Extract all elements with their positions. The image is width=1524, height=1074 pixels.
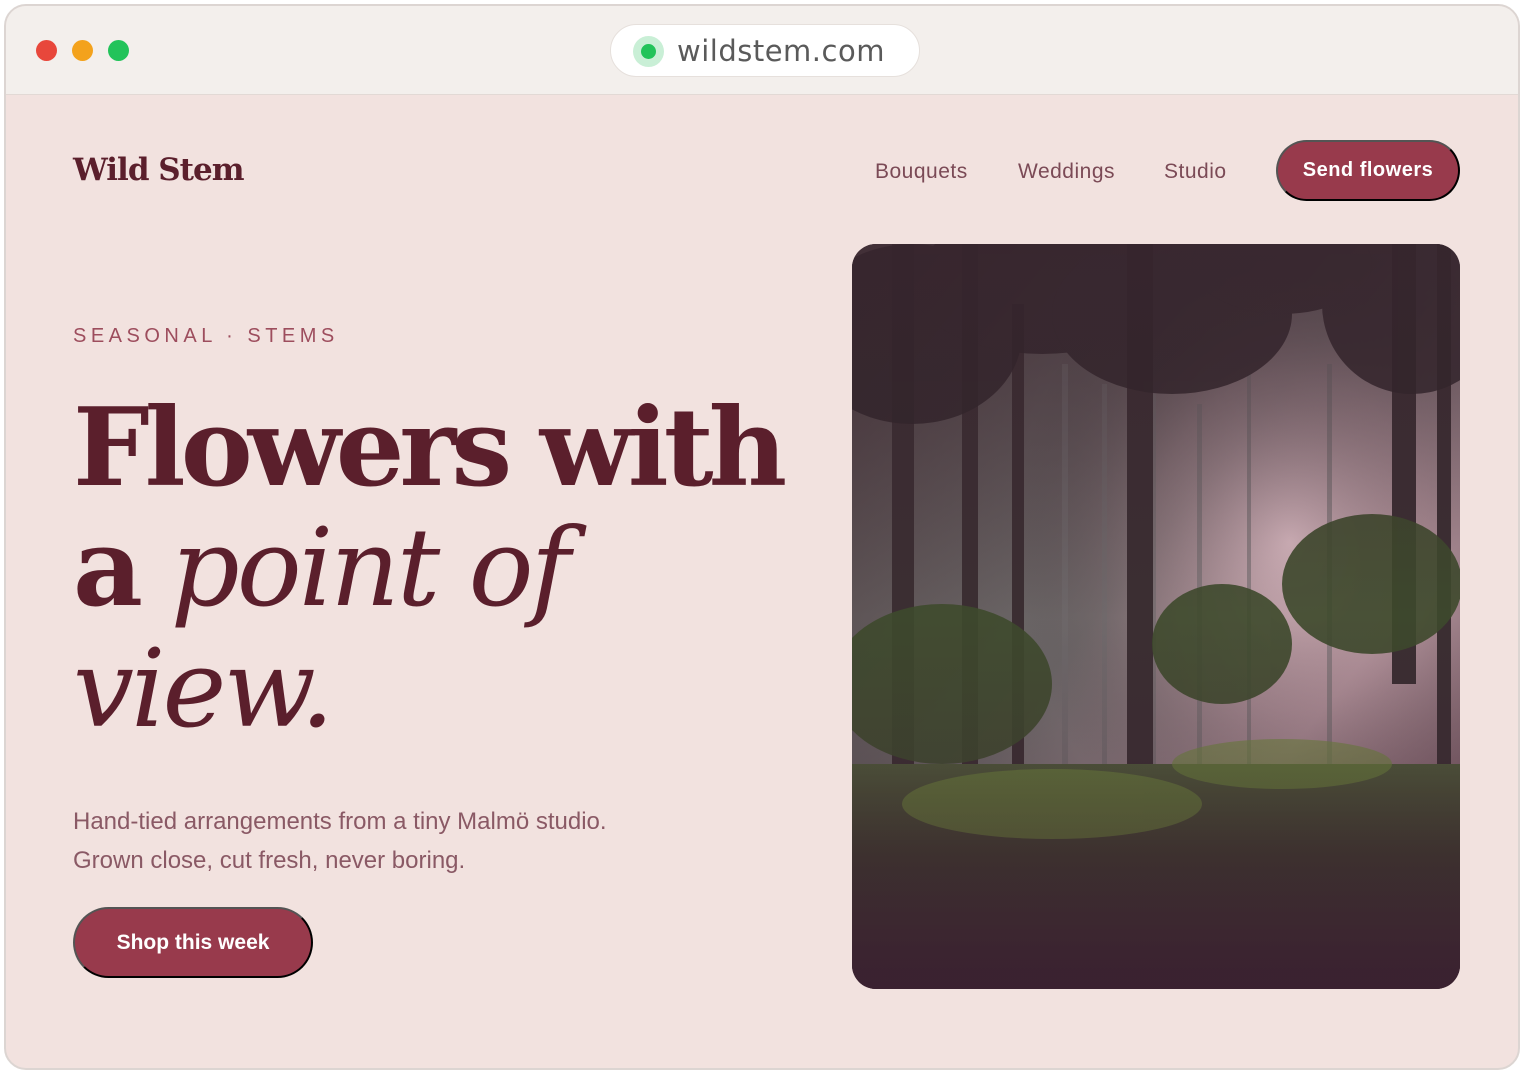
headline-line-1: Flowers with bbox=[73, 385, 787, 511]
nav-link-studio[interactable]: Studio bbox=[1164, 160, 1227, 184]
maximize-window-button[interactable] bbox=[108, 40, 129, 61]
browser-window: wildstem.com Wild Stem Bouquets Weddings… bbox=[4, 4, 1520, 1070]
nav-link-weddings[interactable]: Weddings bbox=[1018, 160, 1115, 184]
site-logo[interactable]: Wild Stem bbox=[73, 152, 245, 188]
subtitle-line-2: Grown close, cut fresh, never boring. bbox=[73, 847, 466, 874]
secure-status-icon bbox=[633, 36, 664, 67]
subtitle-line-1: Hand-tied arrangements from a tiny Malmö… bbox=[73, 808, 607, 835]
url-text: wildstem.com bbox=[677, 34, 885, 68]
minimize-window-button[interactable] bbox=[72, 40, 93, 61]
address-bar[interactable]: wildstem.com bbox=[610, 24, 920, 77]
hero-headline: Flowers with a point of view. bbox=[73, 388, 833, 750]
close-window-button[interactable] bbox=[36, 40, 57, 61]
browser-titlebar: wildstem.com bbox=[6, 6, 1518, 95]
hero-subtitle: Hand-tied arrangements from a tiny Malmö… bbox=[73, 802, 713, 880]
nav-link-bouquets[interactable]: Bouquets bbox=[875, 160, 968, 184]
hero-forest-image bbox=[852, 244, 1460, 989]
page-content: Wild Stem Bouquets Weddings Studio Send … bbox=[6, 96, 1518, 1068]
hero-eyebrow: SEASONAL · STEMS bbox=[73, 325, 339, 347]
headline-italic-2: view. bbox=[73, 627, 334, 752]
headline-word-a: a bbox=[73, 505, 143, 631]
shop-this-week-button[interactable]: Shop this week bbox=[73, 907, 313, 978]
send-flowers-button[interactable]: Send flowers bbox=[1276, 140, 1460, 201]
headline-italic-1: point of bbox=[170, 506, 571, 631]
